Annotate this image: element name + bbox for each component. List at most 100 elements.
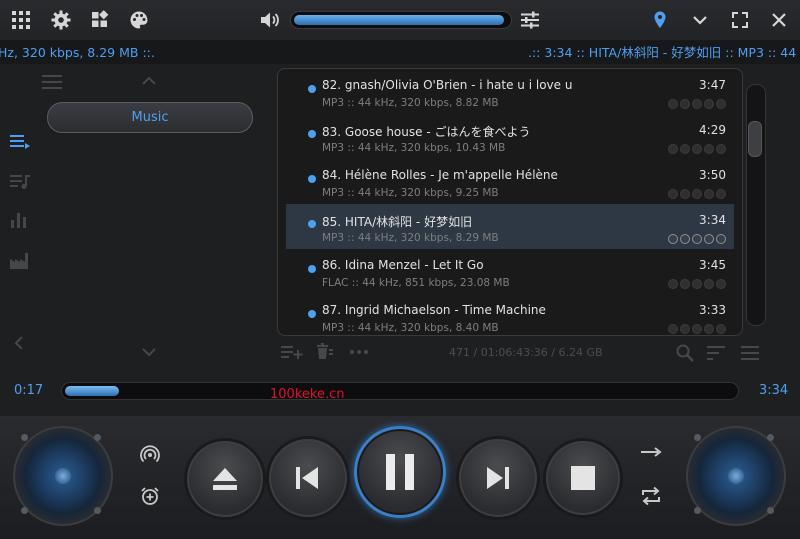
track-rating[interactable]: [668, 189, 726, 199]
track-info: MP3 :: 44 kHz, 320 kbps, 8.82 MB: [322, 97, 499, 109]
top-toolbar: [0, 0, 800, 41]
track-rating[interactable]: [668, 279, 726, 289]
track-rating[interactable]: [668, 144, 726, 154]
scrollbar-thumb[interactable]: [748, 121, 762, 157]
rating-dot[interactable]: [680, 144, 690, 154]
close-icon[interactable]: [769, 10, 789, 30]
track-info: FLAC :: 44 kHz, 851 kbps, 23.08 MB: [322, 277, 510, 289]
rating-dot[interactable]: [716, 234, 726, 244]
rating-dot[interactable]: [704, 234, 714, 244]
rating-dot[interactable]: [668, 99, 678, 109]
broadcast-icon[interactable]: [140, 444, 160, 464]
queue-music-icon[interactable]: [10, 174, 30, 190]
seek-bar[interactable]: [61, 382, 739, 400]
eject-button[interactable]: [184, 438, 266, 520]
track-rating[interactable]: [668, 99, 726, 109]
rating-dot[interactable]: [704, 324, 714, 334]
playlist-row[interactable]: 84. Hélène Rolles - Je m'appelle Hélène M…: [286, 159, 734, 204]
chevron-down-small-icon[interactable]: [142, 347, 156, 357]
rating-dot[interactable]: [680, 189, 690, 199]
playlist-row[interactable]: 82. gnash/Olivia O'Brien - i hate u i lo…: [286, 69, 734, 114]
rating-dot[interactable]: [704, 189, 714, 199]
stop-button[interactable]: [543, 438, 623, 518]
watermark: 100keke.cn: [270, 387, 345, 402]
hamburger-icon[interactable]: [42, 75, 62, 89]
factory-icon[interactable]: [10, 253, 28, 269]
grid-menu-icon[interactable]: [11, 10, 31, 30]
marquee-text-right: .:: 3:34 :: HITA/林斜阳 - 好梦如旧 :: MP3 :: 44: [528, 45, 797, 60]
track-duration: 3:34: [699, 213, 726, 227]
rating-dot[interactable]: [668, 189, 678, 199]
previous-track-button[interactable]: [266, 436, 350, 520]
rating-dot[interactable]: [716, 324, 726, 334]
rating-dot[interactable]: [692, 99, 702, 109]
rating-dot[interactable]: [680, 99, 690, 109]
palette-icon[interactable]: [129, 10, 149, 30]
rating-dot[interactable]: [704, 279, 714, 289]
seek-progress-fill: [65, 386, 119, 396]
chevron-left-icon[interactable]: [14, 336, 24, 350]
marquee-text-left: Hz, 320 kbps, 8.29 MB ::.: [0, 45, 155, 60]
bar-chart-icon[interactable]: [10, 212, 28, 228]
volume-slider[interactable]: [290, 11, 512, 29]
rating-dot[interactable]: [716, 99, 726, 109]
track-info: MP3 :: 44 kHz, 320 kbps, 8.29 MB: [322, 232, 499, 244]
chevron-up-icon[interactable]: [142, 76, 156, 86]
location-pin-icon[interactable]: [650, 10, 670, 30]
speaker-screw: [94, 434, 101, 441]
rating-dot[interactable]: [704, 144, 714, 154]
gear-icon[interactable]: [51, 10, 71, 30]
equalizer-icon[interactable]: [520, 10, 540, 30]
rating-dot[interactable]: [668, 279, 678, 289]
rating-dot[interactable]: [716, 279, 726, 289]
track-indicator-dot: [308, 85, 316, 93]
playlist-row[interactable]: 86. Idina Menzel - Let It GoFLAC :: 44 k…: [286, 249, 734, 294]
rating-dot[interactable]: [716, 189, 726, 199]
rating-dot[interactable]: [668, 144, 678, 154]
playlist-view-icon[interactable]: [10, 135, 30, 149]
more-options-icon[interactable]: [350, 350, 368, 354]
track-title: 87. Ingrid Michaelson - Time Machine: [322, 303, 546, 317]
rating-dot[interactable]: [704, 99, 714, 109]
rating-dot[interactable]: [680, 279, 690, 289]
shuffle-off-icon[interactable]: [640, 446, 662, 458]
volume-icon[interactable]: [259, 10, 279, 30]
track-info: MP3 :: 44 kHz, 320 kbps, 9.25 MB: [322, 187, 499, 199]
playlist-row[interactable]: 83. Goose house - ごはんを食べよう MP3 :: 44 kHz,…: [286, 114, 734, 159]
list-menu-icon[interactable]: [741, 346, 759, 360]
repeat-icon[interactable]: [640, 486, 662, 506]
fullscreen-icon[interactable]: [730, 10, 750, 30]
search-icon[interactable]: [676, 344, 694, 362]
rating-dot[interactable]: [668, 324, 678, 334]
rating-dot[interactable]: [692, 279, 702, 289]
delete-icon[interactable]: [315, 343, 333, 359]
sort-icon[interactable]: [707, 346, 725, 360]
play-pause-button[interactable]: [354, 426, 446, 518]
rating-dot[interactable]: [680, 234, 690, 244]
alarm-add-icon[interactable]: [140, 486, 160, 506]
speaker-cone: [55, 468, 71, 484]
rating-dot[interactable]: [692, 189, 702, 199]
track-info: MP3 :: 44 kHz, 320 kbps, 10.43 MB: [322, 142, 506, 154]
widgets-icon[interactable]: [90, 10, 110, 30]
rating-dot[interactable]: [716, 144, 726, 154]
next-track-button[interactable]: [456, 436, 540, 520]
playlist-row[interactable]: 87. Ingrid Michaelson - Time Machine MP3 …: [286, 294, 734, 335]
track-duration: 3:50: [699, 168, 726, 182]
speaker-cone: [728, 468, 744, 484]
chevron-down-icon[interactable]: [690, 10, 710, 30]
rating-dot[interactable]: [680, 324, 690, 334]
music-library-button[interactable]: Music: [47, 102, 253, 133]
playlist-row[interactable]: 85. HITA/林斜阳 - 好梦如旧 MP3 :: 44 kHz, 320 kb…: [286, 204, 734, 249]
skip-previous-icon: [293, 464, 321, 492]
add-to-playlist-icon[interactable]: [281, 345, 303, 359]
rating-dot[interactable]: [692, 324, 702, 334]
track-rating[interactable]: [668, 234, 726, 244]
rating-dot[interactable]: [668, 234, 678, 244]
speaker-screw: [94, 507, 101, 514]
now-playing-marquee: Hz, 320 kbps, 8.29 MB ::. .:: 3:34 :: HI…: [0, 41, 800, 64]
track-rating[interactable]: [668, 324, 726, 334]
track-title: 86. Idina Menzel - Let It Go: [322, 258, 484, 272]
rating-dot[interactable]: [692, 234, 702, 244]
rating-dot[interactable]: [692, 144, 702, 154]
